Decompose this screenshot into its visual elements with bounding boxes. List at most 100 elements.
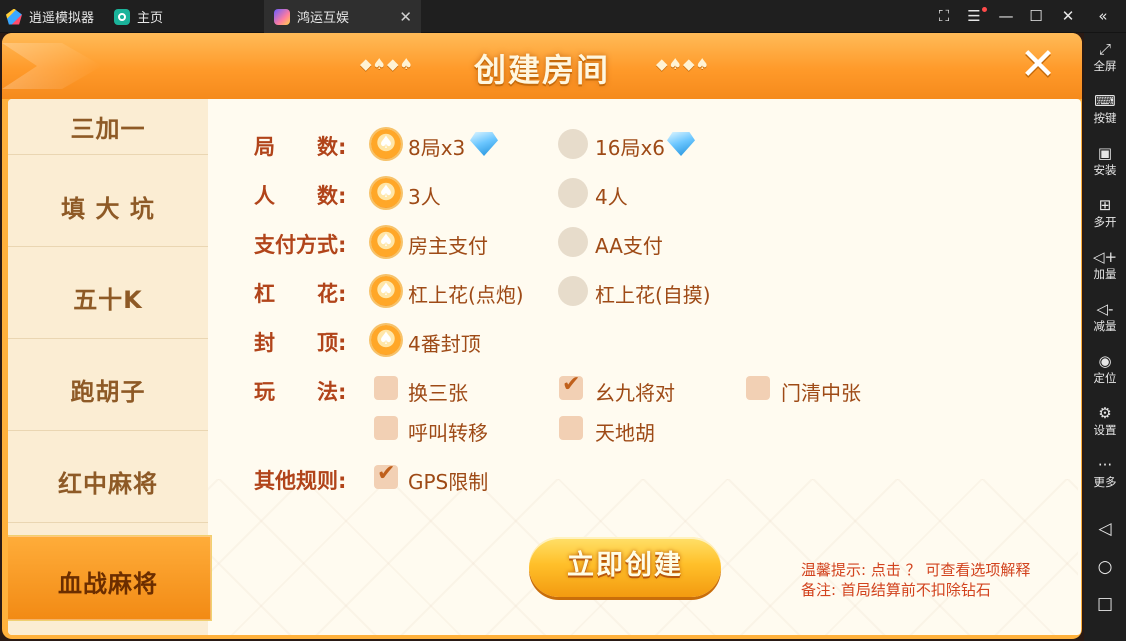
diamond-icon	[470, 132, 498, 156]
toolbar-keymap[interactable]: ⌨ 按键	[1084, 91, 1126, 125]
toolbar-label: 减量	[1093, 319, 1117, 333]
hint-note: 备注: 首局结算前不扣除钻石	[801, 581, 991, 599]
gang-hua-option-dianpao[interactable]: 杠上花(点炮)	[408, 279, 524, 308]
more-icon: ···	[1097, 456, 1113, 474]
players-option-4[interactable]: 4人	[595, 181, 628, 210]
other-rules-label: 其他规则:	[254, 469, 347, 493]
other-checkbox-gps[interactable]	[374, 461, 398, 489]
toolbar-label: 多开	[1093, 215, 1117, 229]
hint-tip: 温馨提示: 点击 ？ 可查看选项解释	[801, 561, 1031, 579]
fullscreen-icon: ⤢	[1098, 40, 1111, 58]
close-window-icon[interactable]: ✕	[1058, 6, 1078, 26]
payment-radio-aa[interactable]	[558, 227, 588, 257]
toolbar-more[interactable]: ··· 更多	[1084, 455, 1126, 489]
play-option-hujiao[interactable]: 呼叫转移	[408, 417, 488, 446]
suit-decoration-right: ◆♠◆♠	[656, 55, 710, 73]
play-option-menqing[interactable]: 门清中张	[781, 377, 861, 406]
toolbar-volume-down[interactable]: ◁- 减量	[1084, 299, 1126, 333]
android-home-icon[interactable]: ○	[1095, 557, 1115, 577]
toolbar-label: 安装	[1093, 163, 1117, 177]
emulator-logo-icon	[6, 8, 22, 25]
menu-icon[interactable]: ☰	[964, 6, 984, 26]
payment-radio-owner[interactable]	[371, 227, 401, 257]
volume-up-icon: ◁+	[1092, 248, 1118, 266]
nav-label: 红中麻将	[58, 470, 158, 498]
home-icon	[114, 8, 130, 25]
players-radio-4[interactable]	[558, 178, 588, 208]
dialog-title: 创建房间	[473, 51, 610, 89]
play-checkbox-yaojiujiangdui[interactable]	[559, 372, 583, 400]
players-radio-3[interactable]	[371, 178, 401, 208]
gang-hua-radio-dianpao[interactable]	[371, 276, 401, 306]
rounds-radio-16[interactable]	[558, 129, 588, 159]
screenshot-icon[interactable]: ⛶	[934, 6, 954, 26]
payment-option-aa[interactable]: AA支付	[595, 230, 663, 259]
notification-dot	[982, 7, 987, 12]
play-checkbox-huansanzhang[interactable]	[374, 376, 398, 400]
tab-emulator-app[interactable]: 逍遥模拟器	[6, 0, 114, 33]
nav-label: 五十K	[73, 286, 143, 314]
toolbar-label: 更多	[1093, 475, 1117, 489]
play-option-huansanzhang[interactable]: 换三张	[408, 377, 468, 406]
play-option-tiandihu[interactable]: 天地胡	[595, 417, 655, 446]
play-checkbox-menqing[interactable]	[746, 376, 770, 400]
tab-game[interactable]: 鸿运互娱 ✕	[264, 0, 421, 33]
dialog-content: 三加一 填 大 坑 五十K 跑胡子 红中麻将 血战麻将 局 数: 8局x3 16…	[8, 99, 1081, 635]
nav-item-xuezhan[interactable]: 血战麻将	[8, 535, 212, 621]
toolbar-location[interactable]: ◉ 定位	[1084, 351, 1126, 385]
play-checkbox-hujiao[interactable]	[374, 416, 398, 440]
minimize-icon[interactable]: —	[996, 6, 1016, 26]
nav-item-tiandakeng[interactable]: 填 大 坑	[8, 156, 208, 247]
maximize-icon[interactable]: ☐	[1026, 6, 1046, 26]
toolbar-settings[interactable]: ⚙ 设置	[1084, 403, 1126, 437]
tab-home[interactable]: 主页	[114, 0, 264, 33]
location-icon: ◉	[1098, 352, 1112, 370]
players-option-3[interactable]: 3人	[408, 181, 441, 210]
tab-close-icon[interactable]: ✕	[399, 8, 412, 26]
gang-hua-radio-zimo[interactable]	[558, 276, 588, 306]
play-checkbox-tiandihu[interactable]	[559, 416, 583, 440]
toolbar-volume-up[interactable]: ◁+ 加量	[1084, 247, 1126, 281]
cap-label: 封 顶:	[254, 331, 347, 355]
game-app-icon	[274, 8, 290, 25]
nav-label: 三加一	[70, 115, 146, 143]
android-recents-icon[interactable]: □	[1095, 594, 1115, 614]
game-viewport: ◆♠◆♠ 创建房间 ◆♠◆♠ ✕ 三加一 填 大 坑 五十K 跑胡子 红中麻将 …	[0, 33, 1084, 641]
close-dialog-button[interactable]: ✕	[1012, 41, 1064, 89]
cap-radio-4fan[interactable]	[371, 325, 401, 355]
toolbar-multi-open[interactable]: ⊞ 多开	[1084, 195, 1126, 229]
nav-item-hongzhong[interactable]: 红中麻将	[8, 432, 208, 523]
nav-item-paohuzi[interactable]: 跑胡子	[8, 340, 208, 431]
nav-label: 跑胡子	[70, 378, 146, 406]
toolbar-label: 定位	[1093, 371, 1117, 385]
players-label: 人 数:	[254, 184, 347, 208]
payment-option-owner[interactable]: 房主支付	[408, 230, 488, 259]
settings-icon: ⚙	[1098, 404, 1112, 422]
cap-option-4fan[interactable]: 4番封顶	[408, 328, 481, 357]
toolbar-label: 设置	[1093, 423, 1117, 437]
toolbar-fullscreen[interactable]: ⤢ 全屏	[1084, 39, 1126, 73]
toolbar-install[interactable]: ▣ 安装	[1084, 143, 1126, 177]
nav-item-sanjiayi[interactable]: 三加一	[8, 99, 208, 155]
dialog-header: ◆♠◆♠ 创建房间 ◆♠◆♠ ✕	[2, 33, 1082, 99]
nav-item-wushik[interactable]: 五十K	[8, 248, 208, 339]
android-back-icon[interactable]: ◁	[1095, 519, 1115, 539]
gang-hua-label: 杠 花:	[254, 282, 347, 306]
create-room-button[interactable]: 立即创建	[529, 537, 721, 597]
play-label: 玩 法:	[254, 380, 347, 404]
toolbar-label: 加量	[1093, 267, 1117, 281]
rounds-option-8[interactable]: 8局x3	[408, 132, 465, 161]
rounds-option-16[interactable]: 16局x6	[595, 132, 665, 161]
collapse-toolbar-icon[interactable]: «	[1093, 6, 1113, 26]
emulator-title-bar: 逍遥模拟器 主页 鸿运互娱 ✕ ⛶ ☰ — ☐ ✕ «	[0, 0, 1126, 33]
diamond-icon	[667, 132, 695, 156]
rounds-radio-8[interactable]	[371, 129, 401, 159]
other-option-gps[interactable]: GPS限制	[408, 466, 488, 495]
play-option-yaojiujiangdui[interactable]: 幺九将对	[595, 377, 675, 406]
apk-install-icon: ▣	[1097, 144, 1113, 162]
rounds-label: 局 数:	[254, 135, 347, 159]
gang-hua-option-zimo[interactable]: 杠上花(自摸)	[595, 279, 711, 308]
volume-down-icon: ◁-	[1096, 300, 1114, 318]
tab-home-label: 主页	[137, 11, 164, 26]
multi-open-icon: ⊞	[1098, 196, 1112, 214]
